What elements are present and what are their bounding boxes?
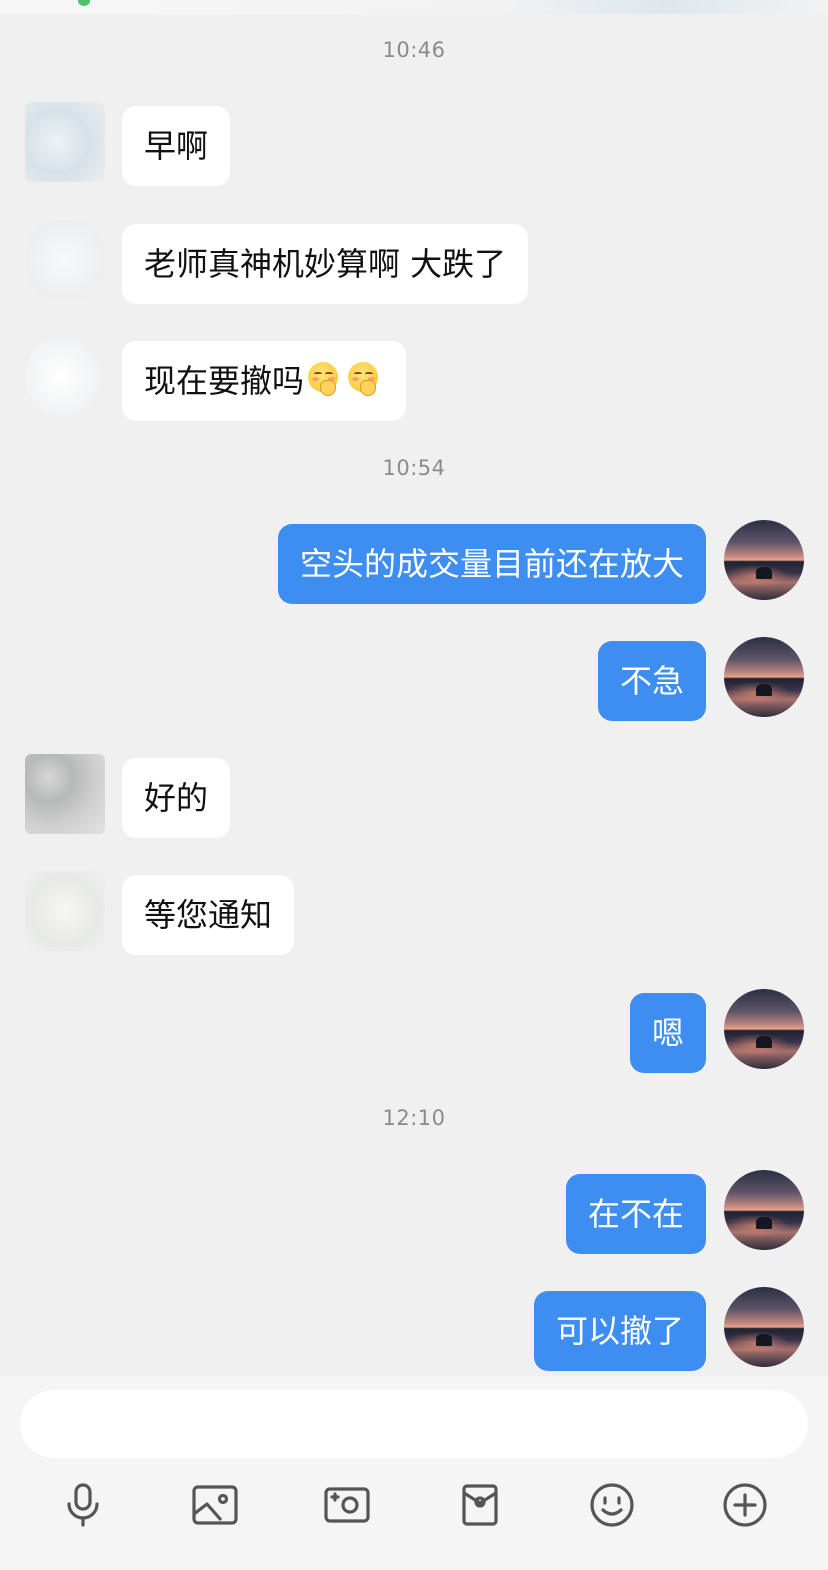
incoming-message-bubble[interactable]: 早啊: [122, 106, 231, 186]
incoming-message-bubble[interactable]: 好的: [122, 758, 231, 838]
status-bar-remnant: [0, 0, 828, 14]
message-text: 现在要撤吗: [144, 362, 305, 400]
outgoing-message-bubble[interactable]: 空头的成交量目前还在放大: [277, 524, 706, 604]
incoming-message-bubble[interactable]: 等您通知: [122, 875, 295, 955]
contact-avatar[interactable]: [25, 871, 105, 951]
red-packet-icon[interactable]: [455, 1480, 505, 1530]
contact-avatar[interactable]: [25, 220, 105, 300]
contact-avatar[interactable]: [25, 102, 105, 182]
contact-avatar[interactable]: [25, 337, 105, 417]
user-avatar[interactable]: [724, 520, 804, 600]
user-avatar[interactable]: [724, 637, 804, 717]
camera-icon[interactable]: [322, 1480, 372, 1530]
online-status-dot: [78, 0, 90, 6]
user-avatar[interactable]: [724, 989, 804, 1069]
outgoing-message-bubble[interactable]: 在不在: [565, 1174, 706, 1254]
outgoing-message-bubble[interactable]: 可以撤了: [533, 1291, 706, 1371]
message-text: 不急: [619, 662, 684, 700]
message-text: 在不在: [587, 1195, 684, 1233]
image-icon[interactable]: [190, 1480, 240, 1530]
outgoing-message-bubble[interactable]: 嗯: [629, 993, 706, 1073]
praying-face-emoji: [346, 360, 384, 398]
message-text: 等您通知: [144, 896, 273, 934]
plus-icon[interactable]: [720, 1480, 770, 1530]
user-avatar[interactable]: [724, 1170, 804, 1250]
contact-avatar[interactable]: [25, 754, 105, 834]
message-text: 嗯: [651, 1014, 684, 1052]
incoming-message-bubble[interactable]: 老师真神机妙算啊 大跌了: [122, 224, 529, 304]
user-avatar[interactable]: [724, 1287, 804, 1367]
timestamp: 10:54: [382, 456, 446, 480]
microphone-icon[interactable]: [58, 1480, 108, 1530]
message-text: 好的: [144, 779, 209, 817]
timestamp: 10:46: [382, 38, 446, 62]
outgoing-message-bubble[interactable]: 不急: [597, 641, 706, 721]
message-input[interactable]: [20, 1390, 808, 1458]
emoji-icon[interactable]: [587, 1480, 637, 1530]
praying-face-emoji: [306, 360, 344, 398]
message-text: 空头的成交量目前还在放大: [299, 545, 684, 583]
message-text: 早啊: [144, 127, 209, 165]
message-text: 老师真神机妙算啊 大跌了: [144, 245, 507, 283]
incoming-message-bubble[interactable]: 现在要撤吗: [122, 341, 407, 421]
timestamp: 12:10: [382, 1106, 446, 1130]
message-text: 可以撤了: [555, 1312, 684, 1350]
